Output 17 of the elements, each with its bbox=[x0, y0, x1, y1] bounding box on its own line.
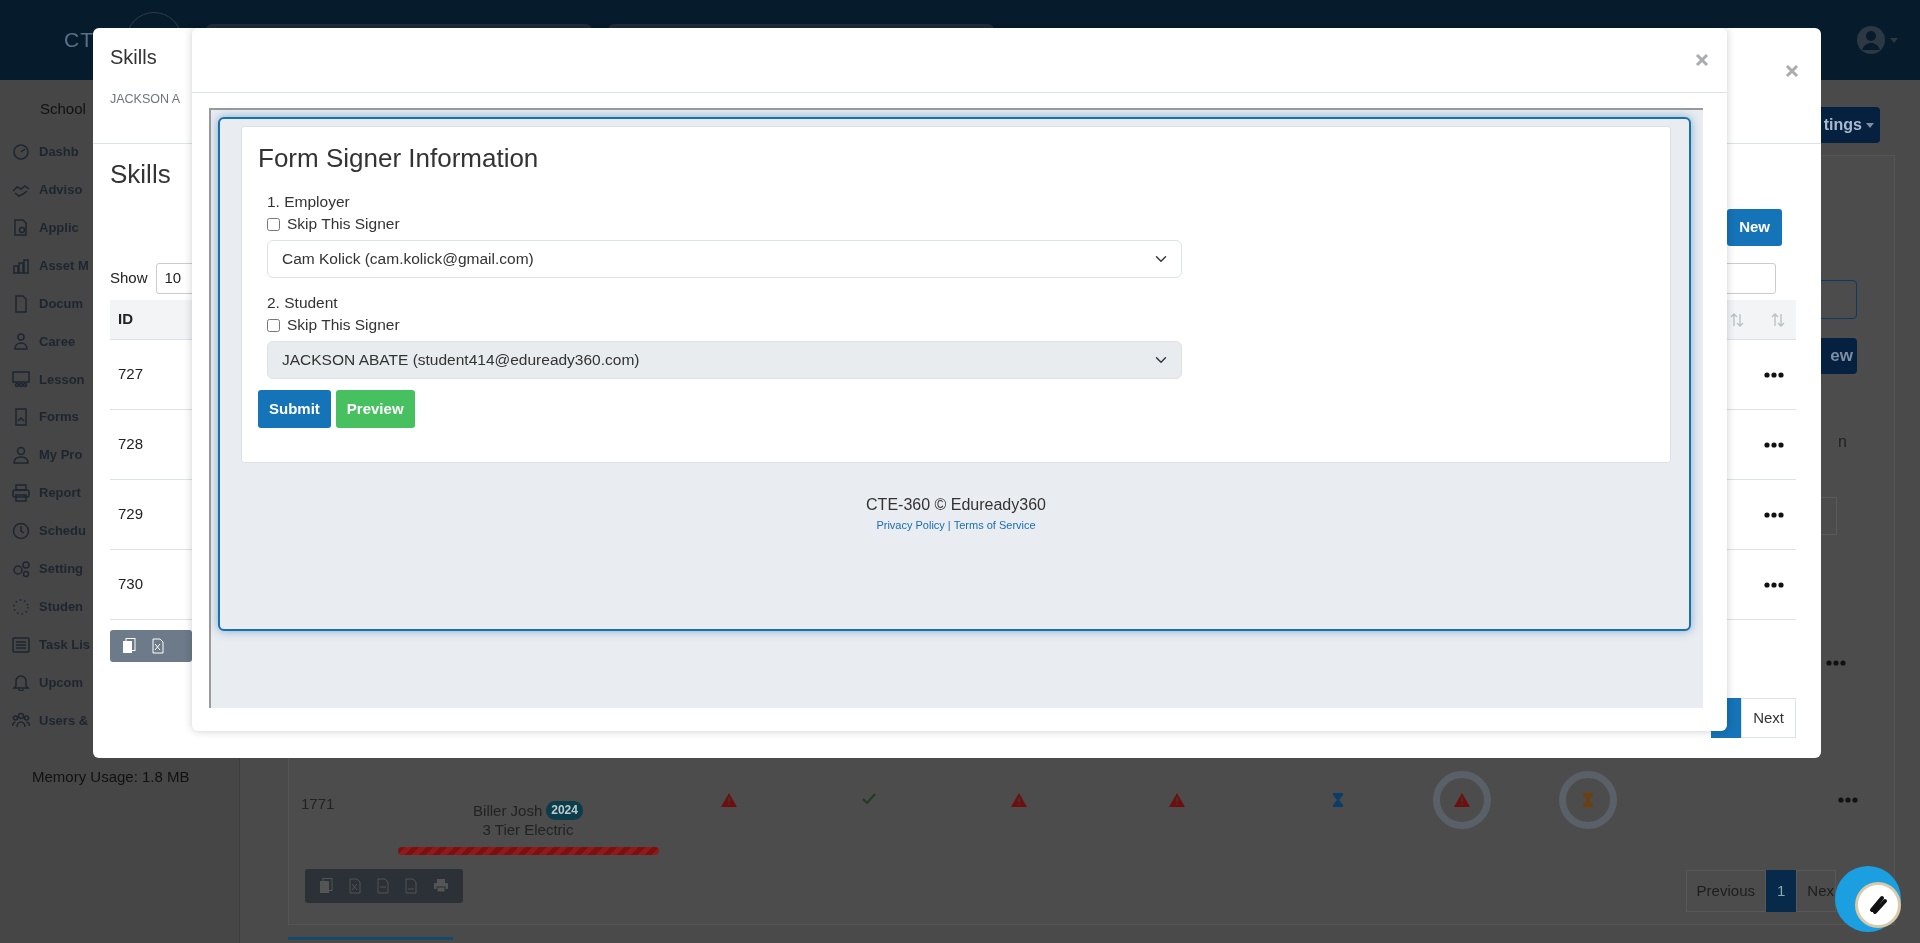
table-cell-text: 728 bbox=[118, 434, 144, 455]
copyright-text: CTE-360 © Eduready360 bbox=[866, 495, 1046, 515]
year-badge: 2024 bbox=[546, 800, 583, 820]
link-separator: | bbox=[947, 518, 951, 533]
table-cell-text: 729 bbox=[118, 504, 144, 525]
checkbox-label: Skip This Signer bbox=[287, 315, 400, 336]
signer-label: 1. Employer bbox=[267, 193, 351, 211]
modal-subtitle: JACKSON A bbox=[110, 91, 181, 108]
modal-title: Skills bbox=[110, 46, 158, 68]
checkbox-label: Skip This Signer bbox=[287, 214, 400, 235]
table-cell-text: 730 bbox=[118, 574, 144, 595]
table-cell-text: 727 bbox=[118, 364, 144, 385]
signer-label: 2. Student bbox=[267, 294, 339, 312]
column-header: ID bbox=[118, 309, 133, 330]
logo-text: CT bbox=[64, 27, 94, 54]
form-title: Form Signer Information bbox=[258, 143, 540, 173]
show-label: Show bbox=[110, 268, 148, 289]
